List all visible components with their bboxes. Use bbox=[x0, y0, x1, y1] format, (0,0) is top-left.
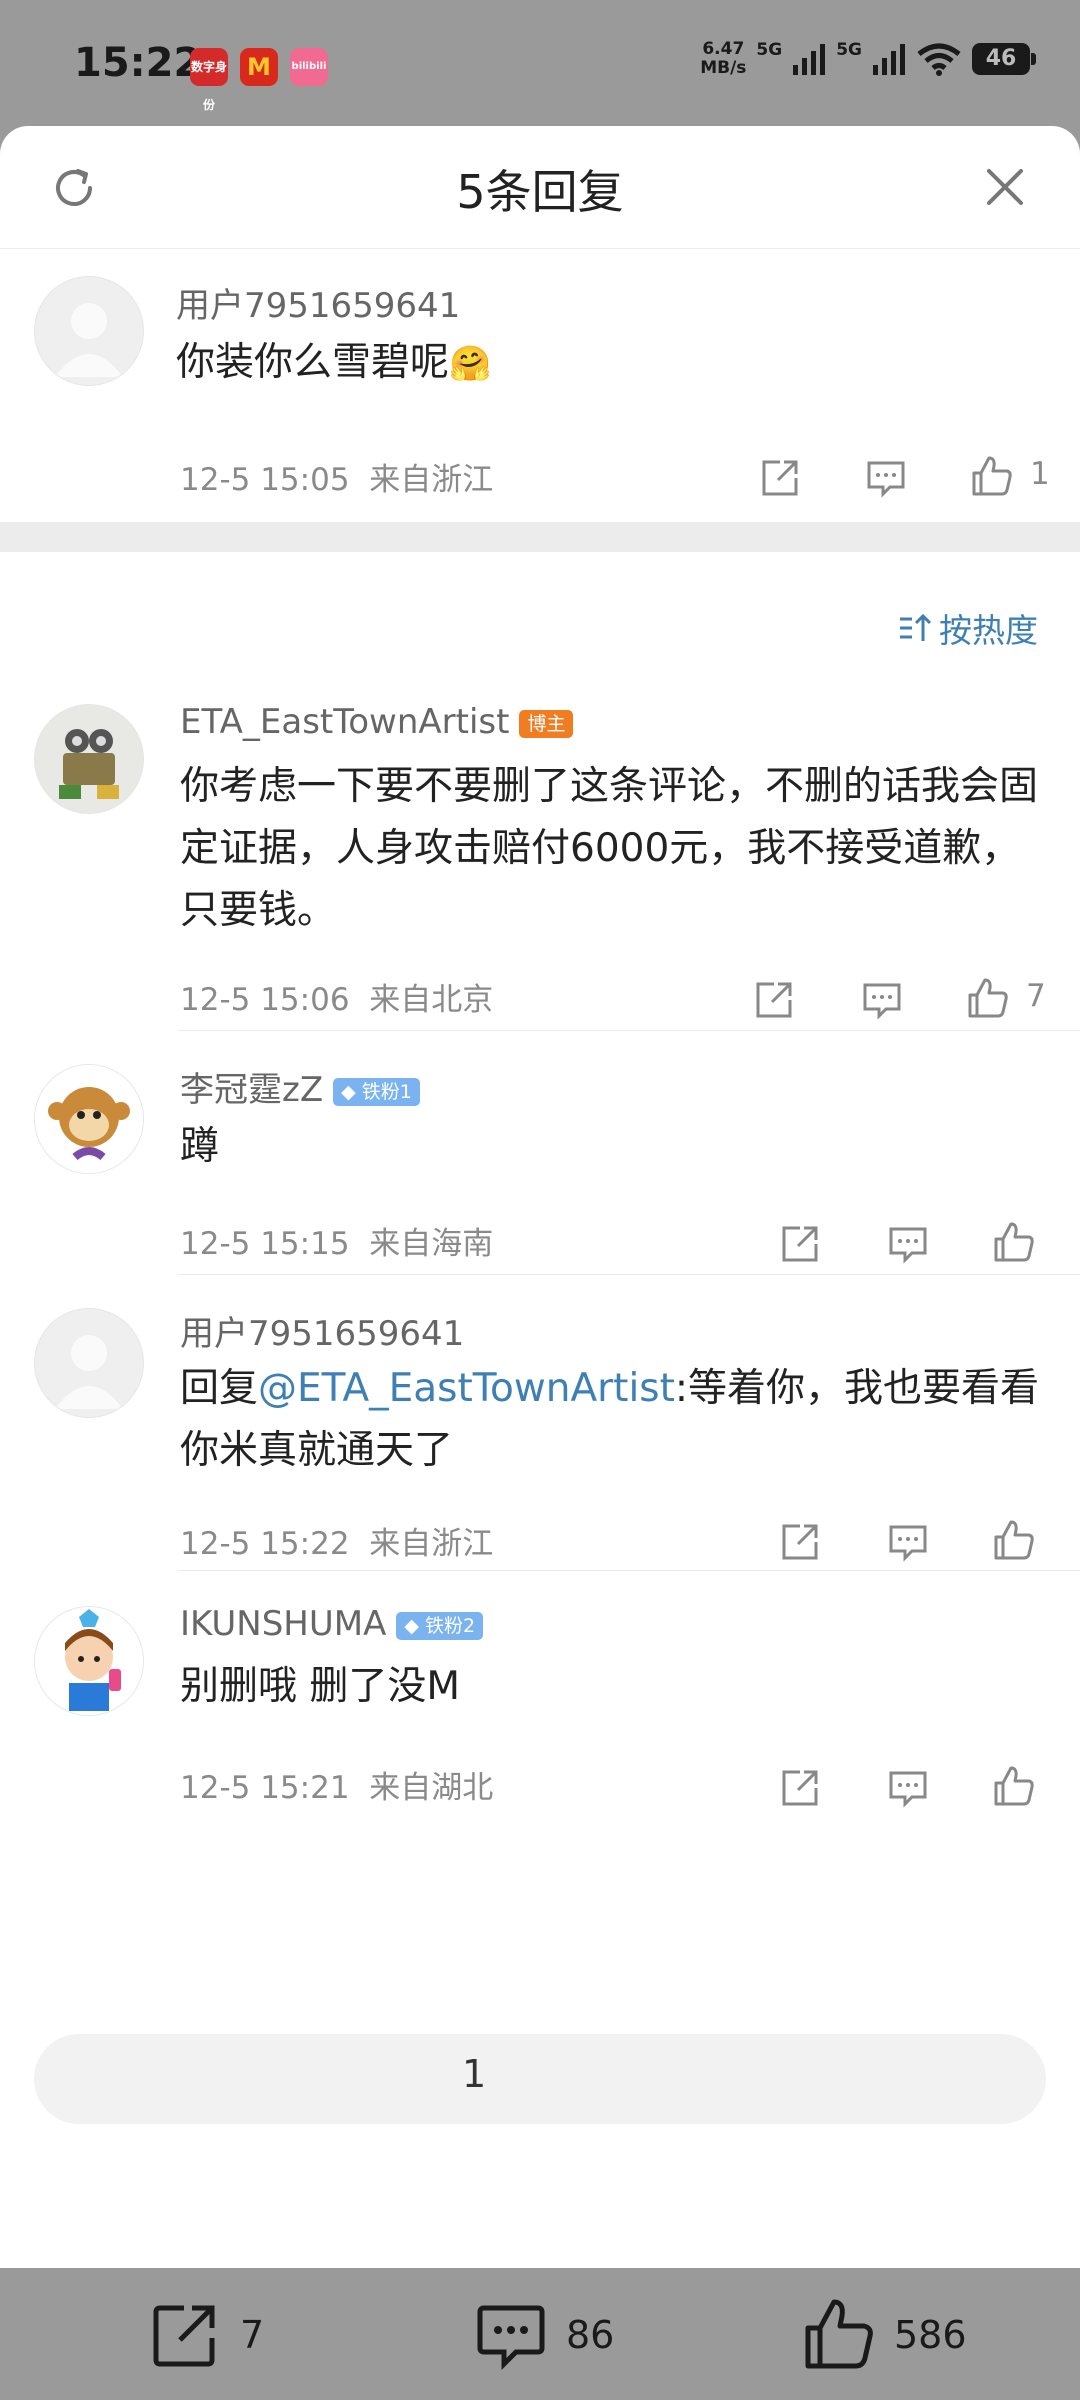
signal-icon bbox=[873, 44, 905, 75]
signal-icon bbox=[793, 44, 826, 75]
comment-meta: 12-5 15:06 来自北京 bbox=[180, 982, 494, 1018]
forward-icon[interactable] bbox=[758, 456, 802, 500]
fan-badge: ◆ 铁粉2 bbox=[396, 1611, 484, 1640]
status-bar: 15:22 数字身份 M bilibili 6.47 MB/s 5G 5G 46 bbox=[0, 0, 1080, 126]
comment-username[interactable]: ETA_EastTownArtist 博主 bbox=[180, 702, 574, 742]
wifi-icon bbox=[917, 43, 961, 76]
share-button[interactable]: 7 bbox=[148, 2298, 264, 2372]
divider bbox=[178, 1030, 1080, 1031]
divider bbox=[178, 1274, 1080, 1275]
comment-text: 回复@ETA_EastTownArtist:等着你，我也要看看你米真就通天了 bbox=[180, 1366, 1040, 1473]
bilibili-app-icon: bilibili bbox=[290, 48, 328, 86]
forward-icon[interactable] bbox=[752, 978, 796, 1022]
avatar[interactable] bbox=[34, 1064, 144, 1174]
comment-meta: 12-5 15:05 来自浙江 bbox=[180, 462, 494, 498]
reply-input[interactable]: 1 bbox=[34, 2034, 1046, 2124]
comment-meta: 12-5 15:21 来自湖北 bbox=[180, 1770, 494, 1806]
sort-by-hot-button[interactable]: 按热度 bbox=[897, 604, 1038, 652]
like-icon[interactable] bbox=[970, 454, 1014, 498]
comment-icon bbox=[477, 2305, 545, 2371]
like-icon[interactable] bbox=[992, 1764, 1036, 1808]
like-count: 1 bbox=[1030, 456, 1050, 492]
comment-text: 别删哦 删了没M bbox=[180, 1664, 461, 1709]
divider bbox=[178, 1570, 1080, 1571]
share-icon bbox=[153, 2305, 215, 2367]
forward-icon[interactable] bbox=[778, 1222, 822, 1266]
hug-emoji: 🤗 bbox=[449, 344, 492, 384]
avatar[interactable] bbox=[34, 1308, 144, 1418]
status-time: 15:22 bbox=[74, 40, 202, 86]
network-speed: 6.47 MB/s bbox=[700, 39, 747, 78]
comment-icon[interactable] bbox=[886, 1222, 930, 1266]
signal-1-label: 5G bbox=[756, 40, 783, 60]
mention-link[interactable]: @ETA_EastTownArtist bbox=[258, 1366, 675, 1411]
avatar[interactable] bbox=[34, 704, 144, 814]
like-icon[interactable] bbox=[992, 1220, 1036, 1264]
fan-badge: ◆ 铁粉1 bbox=[333, 1077, 420, 1106]
comment-text: 蹲 bbox=[180, 1124, 220, 1169]
close-icon[interactable] bbox=[980, 162, 1030, 212]
comment-username[interactable]: 用户7951659641 bbox=[180, 1306, 464, 1355]
avatar[interactable] bbox=[34, 1606, 144, 1716]
mcdonalds-app-icon: M bbox=[240, 48, 278, 86]
like-button[interactable]: 586 bbox=[802, 2298, 967, 2372]
comment-text: 你装你么雪碧呢🤗 bbox=[176, 340, 492, 385]
comment-username[interactable]: 李冠霆zZ ◆ 铁粉1 bbox=[180, 1062, 420, 1111]
blogger-badge: 博主 bbox=[519, 709, 574, 738]
like-count: 7 bbox=[1026, 978, 1046, 1014]
comment-username[interactable]: IKUNSHUMA ◆ 铁粉2 bbox=[180, 1604, 484, 1644]
comment-meta: 12-5 15:22 来自浙江 bbox=[180, 1526, 494, 1562]
status-indicators: 6.47 MB/s 5G 5G 46 bbox=[700, 39, 1036, 78]
signal-2-label: 5G bbox=[836, 40, 862, 60]
comments-button[interactable]: 86 bbox=[474, 2298, 614, 2372]
forward-icon[interactable] bbox=[778, 1520, 822, 1564]
comment-text: 你考虑一下要不要删了这条评论，不删的话我会固定证据，人身攻击赔付6000元，我不… bbox=[180, 764, 1039, 933]
battery-indicator: 46 bbox=[972, 43, 1036, 75]
comment-icon[interactable] bbox=[864, 456, 908, 500]
digital-id-app-icon: 数字身份 bbox=[190, 48, 228, 112]
comment-icon[interactable] bbox=[860, 978, 904, 1022]
like-icon[interactable] bbox=[992, 1518, 1036, 1562]
section-separator bbox=[0, 522, 1080, 552]
like-icon[interactable] bbox=[966, 976, 1010, 1020]
replies-sheet: 5条回复 用户7951659641 你装你么雪碧呢🤗 12-5 15:05 来自… bbox=[0, 126, 1080, 2268]
sheet-title: 5条回复 bbox=[456, 165, 624, 219]
comment-username[interactable]: 用户7951659641 bbox=[176, 278, 460, 327]
bottom-action-bar: 7 86 586 bbox=[0, 2268, 1080, 2400]
reply-input-value: 1 bbox=[462, 2052, 487, 2096]
comment-meta: 12-5 15:15 来自海南 bbox=[180, 1226, 494, 1262]
comment-icon[interactable] bbox=[886, 1766, 930, 1810]
forward-icon[interactable] bbox=[778, 1766, 822, 1810]
sheet-header: 5条回复 bbox=[0, 126, 1080, 249]
sort-icon bbox=[900, 613, 931, 641]
comment-icon[interactable] bbox=[886, 1520, 930, 1564]
like-icon bbox=[805, 2299, 873, 2369]
avatar[interactable] bbox=[34, 276, 144, 386]
